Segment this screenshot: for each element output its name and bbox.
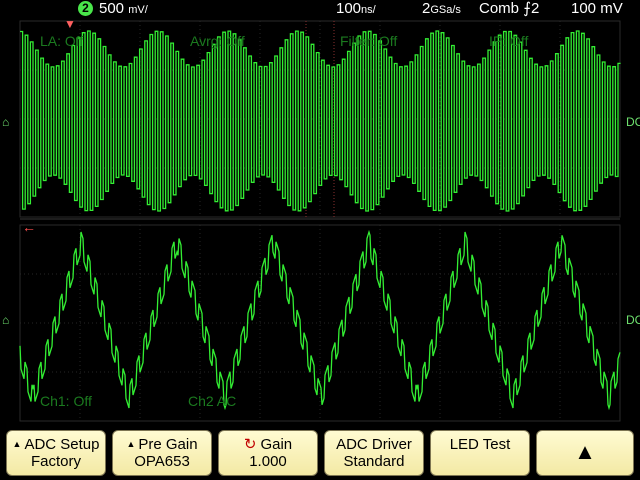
softkey-label: Gain	[260, 436, 293, 453]
dc-marker: DC	[626, 115, 640, 129]
triangle-up-icon: ▲	[126, 439, 136, 449]
softkey-label: ADC Driver	[336, 436, 412, 453]
sample-rate-unit: GSa/s	[430, 4, 461, 16]
ip-status: IP: Off	[489, 33, 529, 49]
softkey-label: Pre Gain	[138, 436, 198, 453]
channel-ground-icon: ⌂	[2, 115, 10, 129]
arrow-up-icon: ▲	[574, 439, 596, 464]
softkey-value: Standard	[343, 453, 405, 470]
trigger-edge-icon: ⨍	[523, 0, 532, 17]
ch1-status: Ch1: Off	[40, 393, 92, 409]
avrg-status: Avrg: Off	[190, 33, 245, 49]
time-unit: ns/	[361, 4, 376, 16]
status-bar: 2 500 mV/ 100ns/ 2GSa/s Comb ⨍2 100 mV	[0, 0, 640, 17]
softkey-label: ADC Setup	[24, 436, 100, 453]
trigger-mode: Comb	[479, 0, 520, 17]
trigger-source: 2	[531, 0, 540, 17]
traces	[19, 30, 621, 411]
trigger-level-arrow-icon[interactable]: ←	[22, 219, 36, 235]
dc-marker: DC	[626, 313, 640, 327]
gain-button[interactable]: ↻ Gain 1.000	[218, 430, 318, 476]
channel-ground-icon: ⌂	[2, 313, 10, 327]
rotate-knob-icon: ↻	[243, 436, 257, 453]
triangle-up-icon: ▲	[12, 439, 22, 449]
zoom-trace	[20, 30, 621, 212]
main-trace	[19, 229, 621, 411]
trigger-info: Comb ⨍2	[479, 0, 539, 17]
trigger-level: 100 mV	[571, 0, 623, 17]
channel-badge: 2	[78, 1, 93, 16]
time-per-div: 100ns/	[336, 0, 376, 17]
back-button[interactable]: ▲	[536, 430, 634, 476]
softkey-label: LED Test	[449, 436, 511, 453]
filter-status: Filter: Off	[340, 33, 398, 49]
sample-rate: 2GSa/s	[422, 0, 461, 17]
waveform-display[interactable]: ▼ ← ⌂ ⌂ DC DC LA: Off Avrg: Off Filter: …	[0, 17, 640, 426]
adc-setup-button[interactable]: ▲ ADC Setup Factory	[6, 430, 106, 476]
time-value: 100	[336, 0, 362, 17]
ch2-status: Ch2 AC	[188, 393, 237, 409]
softkey-bar: ▲ ADC Setup Factory ▲ Pre Gain OPA653 ↻ Gai…	[0, 426, 640, 480]
trigger-position-icon: ▼	[64, 17, 76, 31]
volts-value: 500	[99, 0, 125, 17]
led-test-button[interactable]: LED Test	[430, 430, 530, 476]
la-status: LA: Off	[40, 33, 84, 49]
volts-unit: mV/	[128, 4, 148, 16]
pre-gain-button[interactable]: ▲ Pre Gain OPA653	[112, 430, 212, 476]
volts-per-div: 500 mV/	[99, 0, 148, 17]
softkey-value: OPA653	[134, 453, 190, 470]
softkey-value: Factory	[30, 453, 81, 470]
adc-driver-button[interactable]: ADC Driver Standard	[324, 430, 424, 476]
softkey-value: 1.000	[249, 453, 287, 470]
